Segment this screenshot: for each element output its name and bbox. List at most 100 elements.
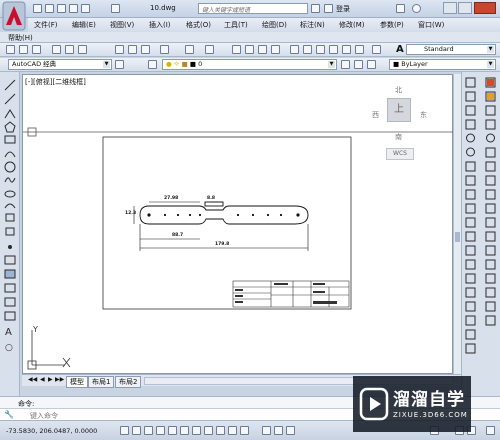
qnew-icon[interactable] bbox=[6, 45, 15, 54]
text-style-select[interactable]: Standard ▼ bbox=[406, 44, 496, 55]
quick-view-drawings-icon[interactable] bbox=[286, 426, 295, 435]
app-menu-button[interactable] bbox=[2, 1, 26, 31]
tool-palettes-icon[interactable] bbox=[316, 45, 325, 54]
viewcube-west[interactable]: 西 bbox=[372, 110, 379, 120]
zoom-realtime-icon[interactable] bbox=[245, 45, 254, 54]
cut-icon[interactable] bbox=[115, 45, 124, 54]
dim-label-2: 8.8 bbox=[207, 196, 215, 201]
ortho-mode-icon[interactable] bbox=[144, 426, 153, 435]
user-icon[interactable] bbox=[324, 4, 333, 13]
open-icon[interactable] bbox=[19, 45, 28, 54]
make-current-layer-icon[interactable] bbox=[341, 60, 350, 69]
maximize-button[interactable] bbox=[458, 2, 472, 14]
new-file-icon[interactable] bbox=[33, 4, 42, 13]
previous-layer-icon[interactable] bbox=[354, 60, 363, 69]
save-icon[interactable] bbox=[57, 4, 66, 13]
layer-state-icon[interactable] bbox=[367, 60, 376, 69]
publish-icon[interactable] bbox=[78, 45, 87, 54]
viewcube-east[interactable]: 东 bbox=[420, 110, 427, 120]
tab-nav-prev[interactable]: ◀ bbox=[40, 376, 45, 383]
search-input[interactable]: 键入关键字或短语 bbox=[202, 5, 250, 14]
plot-icon[interactable] bbox=[52, 45, 61, 54]
object-tracking-icon[interactable] bbox=[180, 426, 189, 435]
layers-toolbar: AutoCAD 经典 ▼ ● ☼ ■ ■ 0 ▼ ■ ByLayer ▼ bbox=[0, 58, 500, 72]
layer-select[interactable]: ● ☼ ■ ■ 0 ▼ bbox=[162, 59, 337, 70]
redo-tool-icon[interactable] bbox=[205, 45, 214, 54]
scrollbar-thumb[interactable] bbox=[455, 232, 460, 242]
design-center-icon[interactable] bbox=[303, 45, 312, 54]
tab-nav-last[interactable]: ▶▶ bbox=[55, 376, 64, 383]
search-box[interactable]: 键入关键字或短语 bbox=[198, 3, 308, 14]
tab-model[interactable]: 模型 bbox=[66, 376, 88, 388]
snap-mode-icon[interactable] bbox=[120, 426, 129, 435]
menu-draw[interactable]: 绘图(D) bbox=[262, 20, 287, 30]
object-snap-icon[interactable] bbox=[168, 426, 177, 435]
help-icon[interactable] bbox=[412, 4, 421, 13]
pan-icon[interactable] bbox=[232, 45, 241, 54]
help-tool-icon[interactable] bbox=[372, 45, 381, 54]
chevron-down-icon: ▼ bbox=[328, 61, 335, 68]
undo-tool-icon[interactable] bbox=[185, 45, 194, 54]
menu-help[interactable]: 帮助(H) bbox=[8, 33, 33, 43]
menu-format[interactable]: 格式(O) bbox=[186, 20, 211, 30]
ucs-icon bbox=[27, 330, 71, 370]
viewcube-top-face[interactable]: 上 bbox=[387, 98, 411, 122]
search-icon[interactable] bbox=[311, 4, 320, 13]
menu-edit[interactable]: 编辑(E) bbox=[72, 20, 96, 30]
drawing-canvas[interactable]: [-][俯视][二维线框] 27.98 8.8 12.3 88.7 179.8 … bbox=[22, 74, 454, 374]
calculator-icon[interactable] bbox=[355, 45, 364, 54]
menu-modify[interactable]: 修改(M) bbox=[339, 20, 365, 30]
tab-nav-first[interactable]: ◀◀ bbox=[28, 376, 37, 383]
paste-icon[interactable] bbox=[141, 45, 150, 54]
dynamic-input-icon[interactable] bbox=[204, 426, 213, 435]
dynamic-ucs-icon[interactable] bbox=[192, 426, 201, 435]
viewcube[interactable]: 北 西 东 南 上 WCS bbox=[369, 85, 429, 161]
selection-cycling-icon[interactable] bbox=[240, 426, 249, 435]
zoom-previous-icon[interactable] bbox=[271, 45, 280, 54]
wcs-menu[interactable]: WCS bbox=[386, 148, 414, 160]
menu-insert[interactable]: 插入(I) bbox=[149, 20, 171, 30]
workspace-settings-icon[interactable] bbox=[115, 60, 124, 69]
wcs-label: WCS bbox=[393, 150, 407, 157]
preview-icon[interactable] bbox=[65, 45, 74, 54]
vertical-scrollbar[interactable] bbox=[453, 74, 461, 374]
tab-layout2[interactable]: 布局2 bbox=[115, 376, 142, 388]
layer-properties-icon[interactable] bbox=[148, 60, 157, 69]
viewcube-south[interactable]: 南 bbox=[395, 132, 402, 142]
quick-properties-icon[interactable] bbox=[228, 426, 237, 435]
exchange-icon[interactable] bbox=[396, 4, 405, 13]
sheet-set-icon[interactable] bbox=[329, 45, 338, 54]
redo-icon[interactable] bbox=[81, 4, 90, 13]
workspace-select[interactable]: AutoCAD 经典 ▼ bbox=[8, 59, 112, 70]
save-tool-icon[interactable] bbox=[32, 45, 41, 54]
markup-icon[interactable] bbox=[342, 45, 351, 54]
polar-tracking-icon[interactable] bbox=[156, 426, 165, 435]
zoom-window-icon[interactable] bbox=[258, 45, 267, 54]
tab-layout1[interactable]: 布局1 bbox=[88, 376, 115, 388]
menu-dimension[interactable]: 标注(N) bbox=[300, 20, 325, 30]
color-select[interactable]: ■ ByLayer ▼ bbox=[389, 59, 496, 70]
lineweight-icon[interactable] bbox=[216, 426, 225, 435]
grid-display-icon[interactable] bbox=[132, 426, 141, 435]
close-button[interactable] bbox=[474, 2, 496, 14]
viewcube-north[interactable]: 北 bbox=[395, 85, 402, 95]
tab-nav-next[interactable]: ▶ bbox=[48, 376, 53, 383]
copy-icon[interactable] bbox=[128, 45, 137, 54]
model-space-icon[interactable] bbox=[262, 426, 271, 435]
menu-view[interactable]: 视图(V) bbox=[110, 20, 134, 30]
properties-icon[interactable] bbox=[290, 45, 299, 54]
login-link[interactable]: 登录 bbox=[336, 4, 350, 14]
menu-tools[interactable]: 工具(T) bbox=[224, 20, 248, 30]
open-file-icon[interactable] bbox=[45, 4, 54, 13]
print-icon[interactable] bbox=[111, 4, 120, 13]
menu-file[interactable]: 文件(F) bbox=[34, 20, 58, 30]
minimize-button[interactable] bbox=[443, 2, 457, 14]
wrench-icon[interactable]: 🔧 bbox=[4, 410, 14, 419]
clean-screen-icon[interactable] bbox=[486, 426, 495, 435]
menu-parametric[interactable]: 参数(P) bbox=[380, 20, 404, 30]
coordinate-readout[interactable]: -73.5830, 206.0487, 0.0000 bbox=[6, 427, 97, 435]
menu-window[interactable]: 窗口(W) bbox=[418, 20, 444, 30]
match-properties-icon[interactable] bbox=[160, 45, 169, 54]
quick-view-layouts-icon[interactable] bbox=[274, 426, 283, 435]
undo-icon[interactable] bbox=[69, 4, 78, 13]
